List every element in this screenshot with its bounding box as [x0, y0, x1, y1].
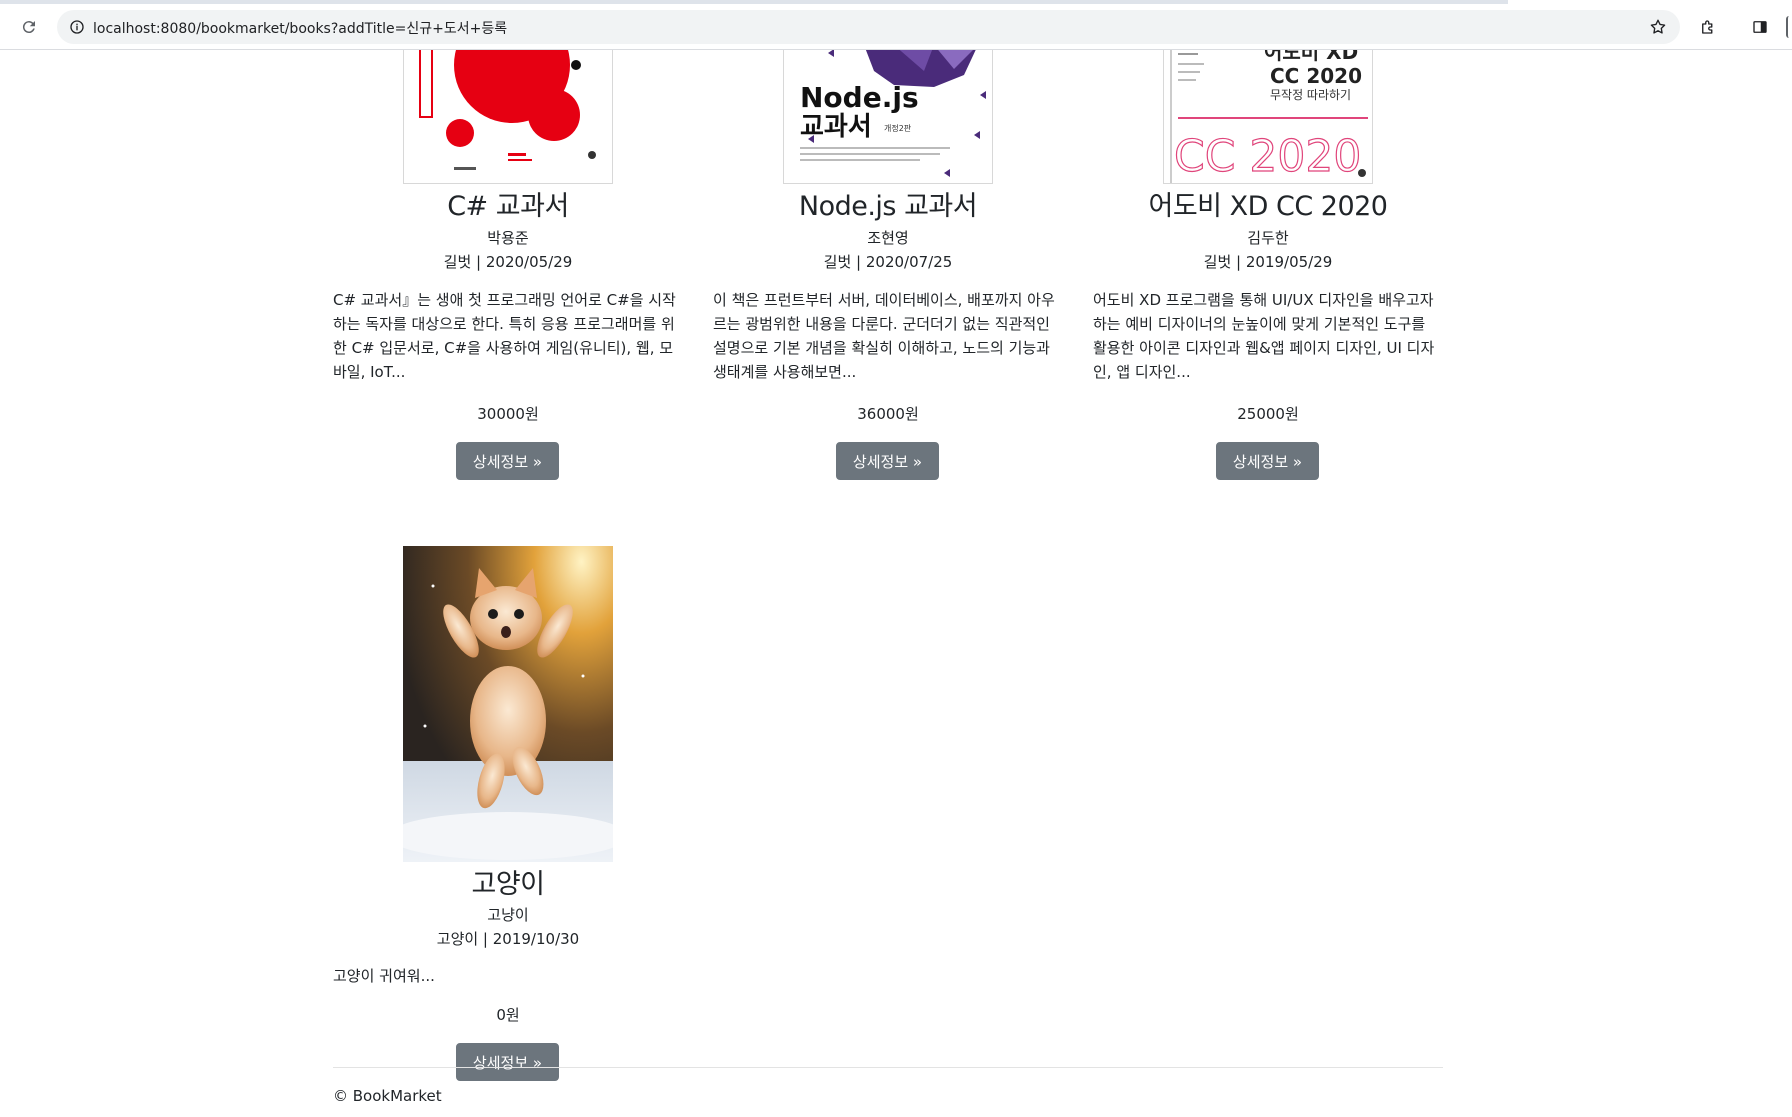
book-price: 36000원: [857, 405, 919, 423]
book-title: C# 교과서: [447, 191, 569, 222]
footer-divider: [333, 1067, 1443, 1068]
star-icon[interactable]: [1646, 15, 1670, 39]
svg-text:무작정 따라하기: 무작정 따라하기: [1270, 88, 1351, 102]
address-bar[interactable]: localhost:8080/bookmarket/books?addTitle…: [57, 10, 1680, 44]
book-cover-image: 어도비 XD CC 2020 무작정 따라하기 CC 2020: [1163, 50, 1373, 184]
book-cover-image: Node.js 교과서 개정2판: [783, 50, 993, 184]
book-publisher-date: 길벗 | 2019/05/29: [1203, 253, 1333, 271]
book-price: 30000원: [477, 405, 539, 423]
book-author: 박용준: [487, 229, 529, 247]
book-author: 고냥이: [487, 906, 529, 924]
page-content: C# 교과서 박용준 길벗 | 2020/05/29 C# 교과서』는 생애 첫…: [0, 50, 1792, 1117]
book-author: 김두한: [1247, 229, 1289, 247]
book-publisher-date: 길벗 | 2020/05/29: [443, 253, 573, 271]
extensions-icon[interactable]: [1694, 13, 1722, 41]
book-price: 0원: [496, 1006, 520, 1024]
svg-text:교과서: 교과서: [800, 112, 872, 142]
url-text[interactable]: localhost:8080/bookmarket/books?addTitle…: [93, 18, 507, 38]
svg-text:어도비 XD: 어도비 XD: [1264, 50, 1358, 64]
book-cover-image: [403, 546, 613, 862]
detail-button[interactable]: 상세정보 »: [836, 442, 939, 480]
detail-button[interactable]: 상세정보 »: [1216, 442, 1319, 480]
book-description: 어도비 XD 프로그램을 통해 UI/UX 디자인을 배우고자 하는 예비 디자…: [1093, 291, 1435, 381]
info-icon[interactable]: [65, 15, 89, 39]
book-author: 조현영: [867, 229, 909, 247]
book-publisher-date: 고양이 | 2019/10/30: [436, 930, 580, 948]
side-panel-icon[interactable]: [1746, 13, 1774, 41]
book-description: C# 교과서』는 생애 첫 프로그래밍 언어로 C#을 시작하는 독자를 대상으…: [333, 291, 676, 381]
svg-text:Node.js: Node.js: [800, 81, 919, 114]
detail-button[interactable]: 상세정보 »: [456, 1043, 559, 1081]
book-title: 어도비 XD CC 2020: [1148, 191, 1388, 222]
book-title: Node.js 교과서: [798, 191, 978, 222]
profile-edge[interactable]: [1786, 16, 1792, 38]
footer-copyright: © BookMarket: [333, 1087, 442, 1105]
book-title: 고양이: [471, 869, 545, 900]
browser-toolbar: localhost:8080/bookmarket/books?addTitle…: [0, 4, 1792, 50]
svg-text:개정2판: 개정2판: [884, 123, 912, 133]
detail-button[interactable]: 상세정보 »: [456, 442, 559, 480]
svg-text:CC 2020: CC 2020: [1174, 131, 1361, 182]
book-price: 25000원: [1237, 405, 1299, 423]
reload-icon[interactable]: [15, 13, 43, 41]
book-publisher-date: 길벗 | 2020/07/25: [823, 253, 953, 271]
book-description: 이 책은 프런트부터 서버, 데이터베이스, 배포까지 아우르는 광범위한 내용…: [713, 291, 1055, 381]
book-description: 고양이 귀여워...: [333, 967, 435, 985]
book-cover-image: [403, 50, 613, 184]
svg-text:CC 2020: CC 2020: [1270, 64, 1362, 88]
